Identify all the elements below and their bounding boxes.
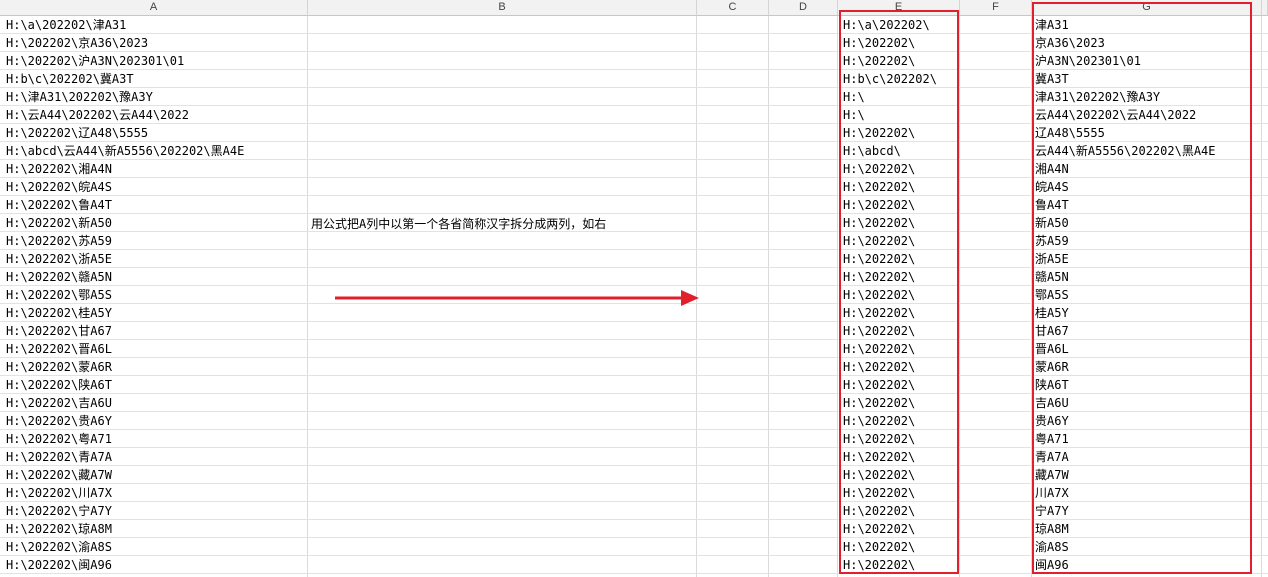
grid-line	[837, 16, 838, 577]
cell-a[interactable]: H:\202202\桂A5Y	[2, 304, 307, 322]
col-header-h[interactable]	[1262, 0, 1268, 16]
cell-a[interactable]: H:\202202\新A50	[2, 214, 307, 232]
cell-a[interactable]: H:\202202\甘A67	[2, 322, 307, 340]
cell-a[interactable]: H:\202202\青A7A	[2, 448, 307, 466]
grid-line	[1261, 16, 1262, 577]
col-header-d[interactable]: D	[769, 0, 838, 16]
cell-a[interactable]: H:\202202\宁A7Y	[2, 502, 307, 520]
highlight-box-col-e	[839, 10, 959, 574]
cell-a[interactable]: H:\abcd\云A44\新A5556\202202\黑A4E	[2, 142, 307, 160]
cell-a[interactable]: H:\云A44\202202\云A44\2022	[2, 106, 307, 124]
grid-line	[959, 16, 960, 577]
cell-a[interactable]: H:\202202\粤A71	[2, 430, 307, 448]
cell-a[interactable]: H:\202202\鲁A4T	[2, 196, 307, 214]
cell-a[interactable]: H:\202202\湘A4N	[2, 160, 307, 178]
cell-a[interactable]: H:\202202\赣A5N	[2, 268, 307, 286]
col-header-c[interactable]: C	[697, 0, 769, 16]
highlight-box-col-g	[1032, 2, 1252, 574]
cell-a[interactable]: H:\202202\吉A6U	[2, 394, 307, 412]
grid-line	[307, 16, 308, 577]
cell-a[interactable]: H:\202202\浙A5E	[2, 250, 307, 268]
cell-a[interactable]: H:\202202\闽A96	[2, 556, 307, 574]
cell-a[interactable]: H:\a\202202\津A31	[2, 16, 307, 34]
cell-a[interactable]: H:\202202\川A7X	[2, 484, 307, 502]
cell-a[interactable]: H:\202202\鄂A5S	[2, 286, 307, 304]
red-arrow-icon	[335, 290, 699, 306]
cell-a[interactable]: H:\202202\沪A3N\202301\01	[2, 52, 307, 70]
cell-a[interactable]: H:\202202\陕A6T	[2, 376, 307, 394]
cell-a[interactable]: H:\202202\贵A6Y	[2, 412, 307, 430]
cell-a[interactable]: H:\202202\苏A59	[2, 232, 307, 250]
cell-a[interactable]: H:\202202\辽A48\5555	[2, 124, 307, 142]
col-header-a[interactable]: A	[0, 0, 308, 16]
cell-a[interactable]: H:\202202\皖A4S	[2, 178, 307, 196]
grid-line	[768, 16, 769, 577]
cell-a[interactable]: H:b\c\202202\冀A3T	[2, 70, 307, 88]
col-header-f[interactable]: F	[960, 0, 1032, 16]
cell-a[interactable]: H:\202202\藏A7W	[2, 466, 307, 484]
cell-a[interactable]: H:\津A31\202202\豫A3Y	[2, 88, 307, 106]
cell-a[interactable]: H:\202202\渝A8S	[2, 538, 307, 556]
cell-a[interactable]: H:\202202\琼A8M	[2, 520, 307, 538]
cell-a[interactable]: H:\202202\京A36\2023	[2, 34, 307, 52]
annotation-note[interactable]: 用公式把A列中以第一个各省简称汉字拆分成两列，如右	[311, 215, 606, 233]
spreadsheet[interactable]: A B C D E F G H:\a\202202\津A31 H:\a\20220…	[0, 0, 1268, 577]
cell-a[interactable]: H:\202202\蒙A6R	[2, 358, 307, 376]
cell-a[interactable]: H:\202202\晋A6L	[2, 340, 307, 358]
col-header-b[interactable]: B	[308, 0, 697, 16]
